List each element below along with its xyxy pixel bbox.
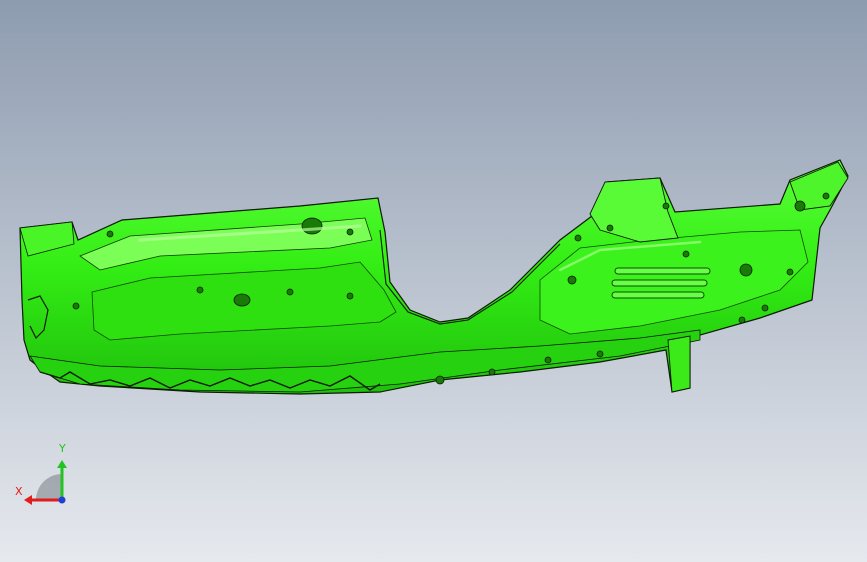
- coordinate-triad: [24, 460, 67, 505]
- y-axis-arrow: [57, 460, 67, 468]
- z-axis-dot: [58, 496, 66, 504]
- bottom-bracket: [667, 335, 691, 393]
- graphics-viewport[interactable]: Y X: [0, 0, 867, 562]
- triad-x-label: X: [15, 485, 23, 498]
- triad-quarter-disc: [36, 474, 62, 500]
- part-model[interactable]: [0, 0, 867, 562]
- triad-y-label: Y: [59, 442, 66, 455]
- x-axis-arrow: [24, 495, 32, 505]
- right-ribs: [611, 267, 711, 299]
